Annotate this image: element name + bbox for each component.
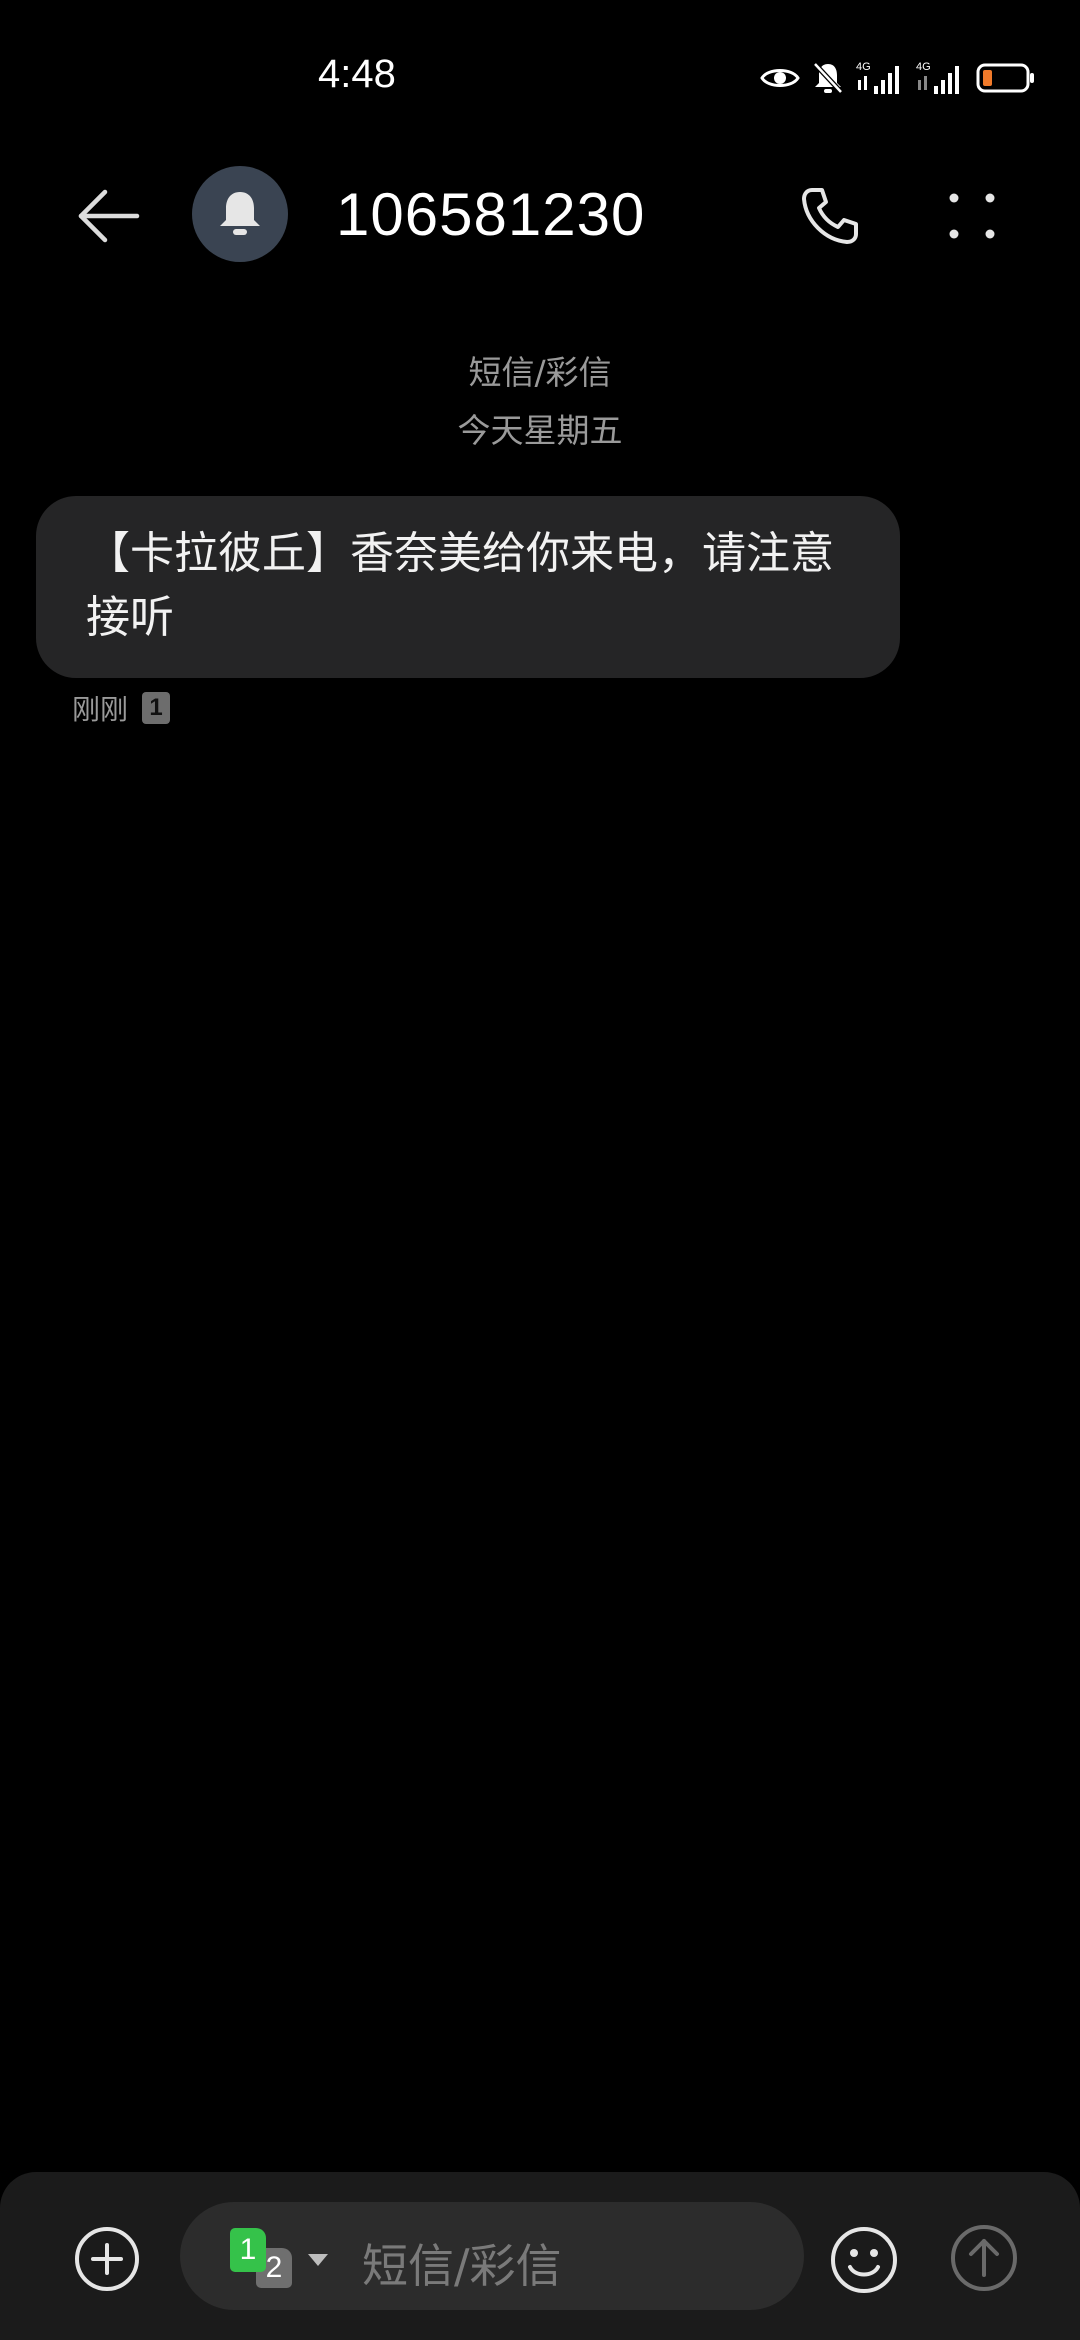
signal-icon: 4G xyxy=(856,60,904,96)
back-button[interactable] xyxy=(68,180,148,252)
add-attachment-button[interactable] xyxy=(72,2224,142,2294)
smiley-icon xyxy=(831,2227,897,2293)
status-time: 4:48 xyxy=(318,52,396,96)
message-bubble[interactable]: 【卡拉彼丘】香奈美给你来电，请注意接听 xyxy=(36,496,900,678)
message-input[interactable]: 2 1 短信/彩信 xyxy=(180,2202,804,2310)
thread-date-label: 今天星期五 xyxy=(457,411,623,450)
mute-bell-icon xyxy=(812,61,844,95)
sim-selector[interactable]: 2 1 xyxy=(230,2224,330,2290)
arrow-left-icon xyxy=(78,189,140,243)
message-text: 【卡拉彼丘】香奈美给你来电，请注意接听 xyxy=(86,528,834,643)
status-icons: 4G 4G xyxy=(760,58,1036,98)
more-dots-icon xyxy=(949,193,995,239)
more-button[interactable] xyxy=(932,176,1012,256)
sim-1-icon: 1 xyxy=(230,2228,266,2272)
message-time: 刚刚 xyxy=(72,693,129,726)
send-button[interactable] xyxy=(948,2222,1020,2294)
emoji-button[interactable] xyxy=(826,2222,902,2298)
eye-icon xyxy=(760,64,800,92)
arrow-up-circle-icon xyxy=(951,2225,1017,2291)
sim-tag: 1 xyxy=(142,692,171,724)
composer-bar: 2 1 短信/彩信 xyxy=(0,2172,1080,2340)
avatar[interactable] xyxy=(192,166,288,262)
phone-icon xyxy=(802,188,858,244)
signal-icon-2: 4G xyxy=(916,60,964,96)
signal1-label: 4G xyxy=(856,61,871,73)
message-meta: 刚刚 1 xyxy=(72,688,171,728)
conversation-header: 106581230 xyxy=(0,150,1080,280)
signal2-label: 4G xyxy=(916,61,931,73)
input-placeholder: 短信/彩信 xyxy=(362,2239,562,2293)
status-bar: 4:48 4G 4G xyxy=(0,0,1080,150)
contact-title: 106581230 xyxy=(336,181,646,248)
chevron-down-icon xyxy=(308,2254,328,2266)
thread-type-label: 短信/彩信 xyxy=(468,353,612,392)
plus-circle-icon xyxy=(75,2227,139,2291)
battery-icon xyxy=(976,62,1036,94)
call-button[interactable] xyxy=(790,176,870,256)
bell-icon xyxy=(220,192,260,235)
